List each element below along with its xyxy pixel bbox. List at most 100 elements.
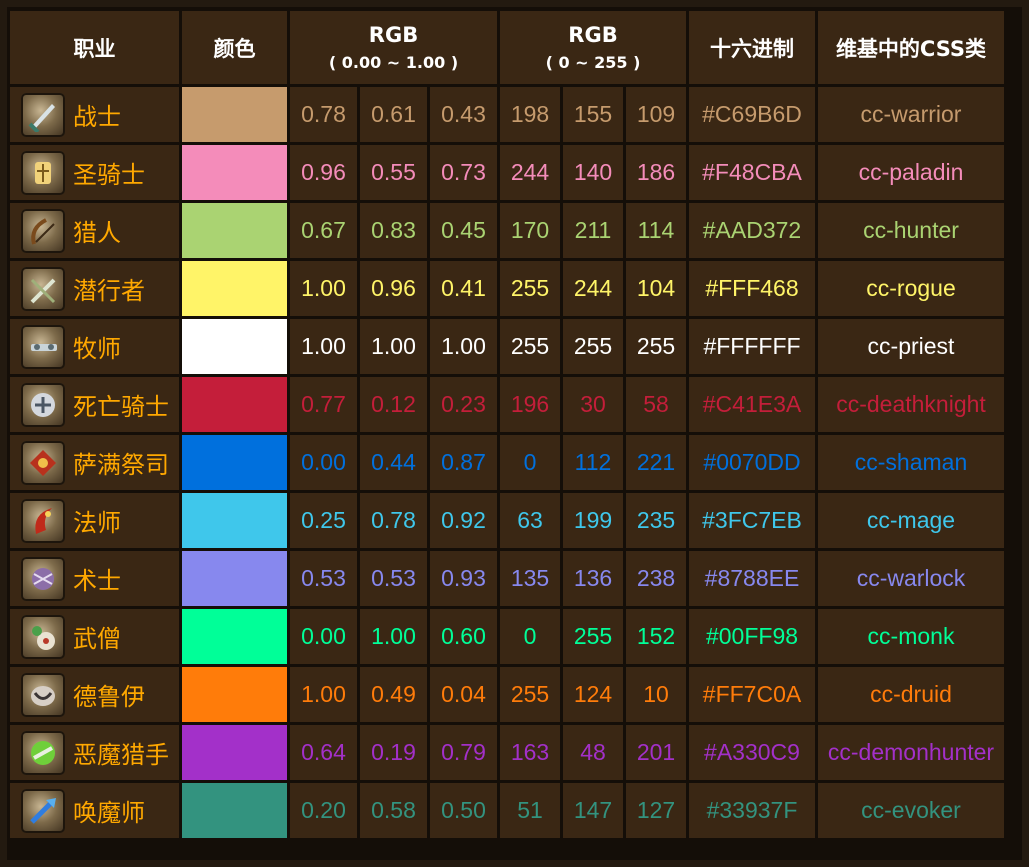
val-r-float: 0.00: [290, 435, 357, 490]
paladin-icon: [21, 150, 65, 195]
header-css: 维基中的CSS类: [818, 11, 1004, 84]
val-r-int: 51: [500, 783, 560, 838]
color-swatch-cell: [182, 783, 287, 838]
priest-icon: [21, 324, 65, 369]
hex-code: #FFF468: [689, 261, 815, 316]
val-b-int: 186: [626, 145, 686, 200]
class-name: 法师: [73, 509, 121, 537]
val-r-int: 135: [500, 551, 560, 606]
css-class: cc-monk: [818, 609, 1004, 664]
class-name: 恶魔猎手: [73, 741, 169, 769]
class-name-cell: 武僧: [10, 609, 179, 664]
header-rgb-float: RGB ( 0.00 ~ 1.00 ): [290, 11, 497, 84]
css-class: cc-warlock: [818, 551, 1004, 606]
color-swatch: [182, 377, 287, 432]
class-row: 猎人 0.67 0.83 0.45 170 211 114 #AAD372 cc-hunter: [10, 203, 1004, 258]
val-r-float: 0.64: [290, 725, 357, 780]
val-b-int: 109: [626, 87, 686, 142]
val-r-int: 255: [500, 319, 560, 374]
val-b-int: 238: [626, 551, 686, 606]
shaman-icon: [21, 440, 65, 485]
color-swatch: [182, 725, 287, 780]
class-row: 德鲁伊 1.00 0.49 0.04 255 124 10 #FF7C0A cc-druid: [10, 667, 1004, 722]
val-g-float: 0.53: [360, 551, 427, 606]
header-color: 颜色: [182, 11, 287, 84]
val-r-int: 196: [500, 377, 560, 432]
class-name-cell: 德鲁伊: [10, 667, 179, 722]
class-name: 德鲁伊: [73, 683, 145, 711]
hex-code: #C69B6D: [689, 87, 815, 142]
val-r-int: 170: [500, 203, 560, 258]
warlock-icon: [21, 556, 65, 601]
val-b-int: 114: [626, 203, 686, 258]
val-b-int: 255: [626, 319, 686, 374]
val-r-int: 63: [500, 493, 560, 548]
color-swatch: [182, 609, 287, 664]
class-name-cell: 圣骑士: [10, 145, 179, 200]
hex-code: #00FF98: [689, 609, 815, 664]
val-g-float: 0.49: [360, 667, 427, 722]
class-name-cell: 战士: [10, 87, 179, 142]
css-class: cc-priest: [818, 319, 1004, 374]
val-b-int: 221: [626, 435, 686, 490]
val-g-float: 0.44: [360, 435, 427, 490]
header-row: 职业 颜色 RGB ( 0.00 ~ 1.00 ) RGB ( 0 ~ 255 …: [10, 11, 1004, 84]
css-class: cc-warrior: [818, 87, 1004, 142]
val-r-float: 0.67: [290, 203, 357, 258]
demonhunter-icon: [21, 730, 65, 775]
color-swatch-cell: [182, 551, 287, 606]
val-g-int: 124: [563, 667, 623, 722]
color-swatch-cell: [182, 87, 287, 142]
css-class: cc-mage: [818, 493, 1004, 548]
val-b-float: 0.04: [430, 667, 497, 722]
val-r-float: 0.78: [290, 87, 357, 142]
color-swatch-cell: [182, 377, 287, 432]
class-name: 武僧: [73, 625, 121, 653]
val-g-int: 255: [563, 319, 623, 374]
val-b-float: 0.87: [430, 435, 497, 490]
val-g-float: 0.19: [360, 725, 427, 780]
css-class: cc-evoker: [818, 783, 1004, 838]
color-swatch: [182, 493, 287, 548]
val-r-int: 163: [500, 725, 560, 780]
val-b-int: 10: [626, 667, 686, 722]
hex-code: #F48CBA: [689, 145, 815, 200]
val-b-float: 0.92: [430, 493, 497, 548]
color-swatch-cell: [182, 609, 287, 664]
druid-icon: [21, 672, 65, 717]
color-swatch: [182, 435, 287, 490]
class-name-cell: 术士: [10, 551, 179, 606]
css-class: cc-deathknight: [818, 377, 1004, 432]
header-rgb-int: RGB ( 0 ~ 255 ): [500, 11, 686, 84]
css-class: cc-paladin: [818, 145, 1004, 200]
color-swatch-cell: [182, 667, 287, 722]
val-r-int: 255: [500, 261, 560, 316]
hex-code: #33937F: [689, 783, 815, 838]
class-name: 战士: [73, 103, 121, 131]
header-rgb-float-range: ( 0.00 ~ 1.00 ): [328, 53, 459, 72]
class-name: 死亡骑士: [73, 393, 169, 421]
val-r-int: 244: [500, 145, 560, 200]
hex-code: #3FC7EB: [689, 493, 815, 548]
class-name: 萨满祭司: [73, 451, 169, 479]
class-name: 潜行者: [73, 277, 145, 305]
header-class: 职业: [10, 11, 179, 84]
val-g-int: 199: [563, 493, 623, 548]
val-g-float: 0.55: [360, 145, 427, 200]
val-b-float: 0.60: [430, 609, 497, 664]
header-hex: 十六进制: [689, 11, 815, 84]
color-swatch: [182, 87, 287, 142]
val-r-float: 1.00: [290, 319, 357, 374]
color-swatch: [182, 551, 287, 606]
hunter-icon: [21, 208, 65, 253]
class-name-cell: 法师: [10, 493, 179, 548]
class-color-table: 职业 颜色 RGB ( 0.00 ~ 1.00 ) RGB ( 0 ~ 255 …: [7, 8, 1007, 841]
color-swatch: [182, 319, 287, 374]
class-row: 武僧 0.00 1.00 0.60 0 255 152 #00FF98 cc-monk: [10, 609, 1004, 664]
val-r-float: 0.53: [290, 551, 357, 606]
header-css-label: 维基中的CSS类: [835, 36, 987, 61]
color-swatch: [182, 203, 287, 258]
val-g-int: 112: [563, 435, 623, 490]
val-r-float: 0.96: [290, 145, 357, 200]
header-color-label: 颜色: [213, 36, 256, 61]
